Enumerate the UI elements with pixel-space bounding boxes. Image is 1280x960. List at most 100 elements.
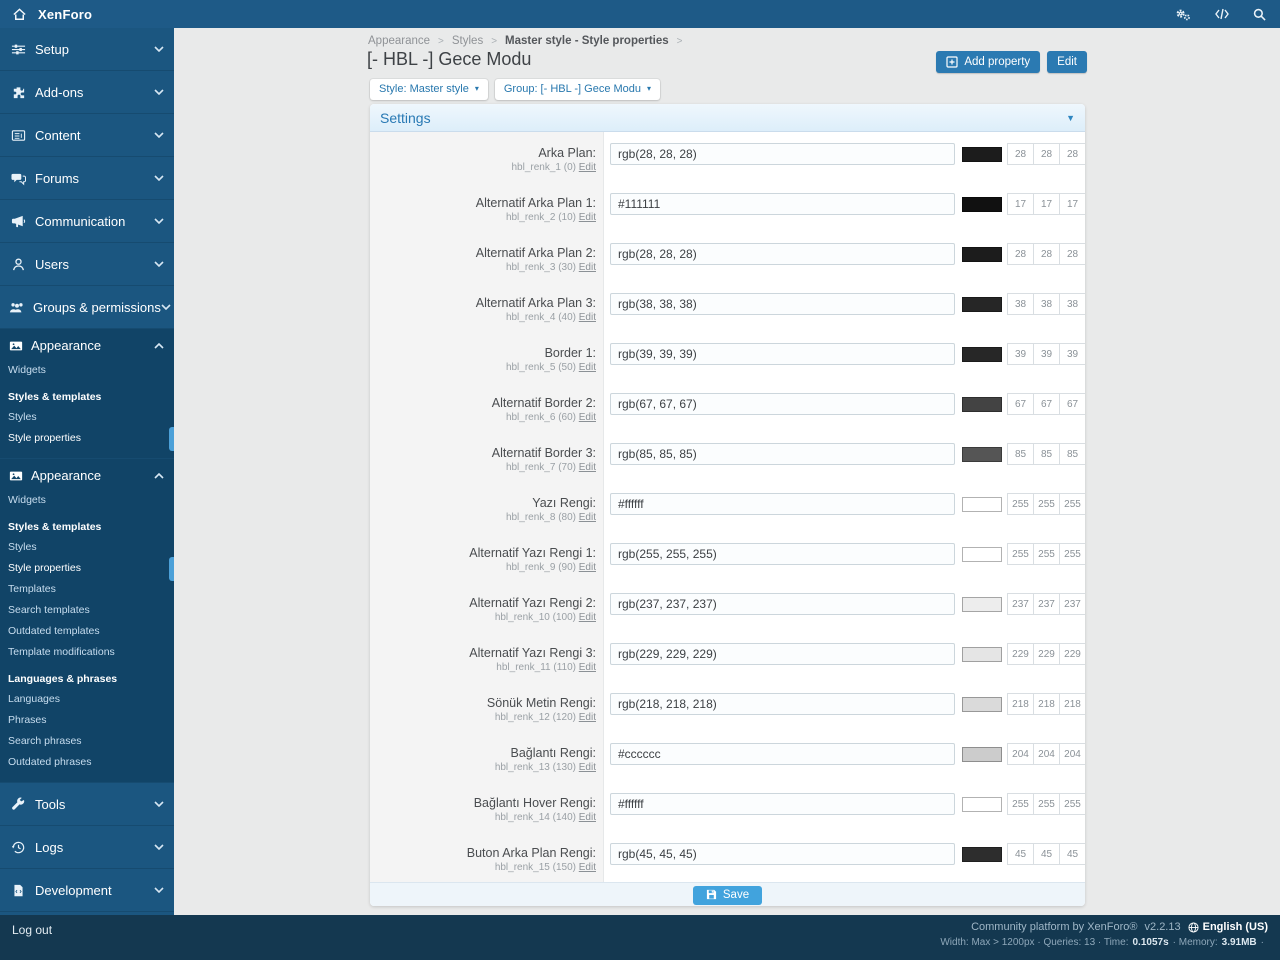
chevron-down-icon [154,218,164,224]
property-field-block: 282828 [610,243,1085,265]
style-filter-button[interactable]: Style: Master style ▾ [370,79,488,100]
rgb-value-cell: 85 [1059,443,1085,465]
color-value-input[interactable] [610,543,955,565]
sidebar-item-phrases[interactable]: Phrases [0,710,174,731]
edit-link[interactable]: Edit [579,312,596,323]
sidebar-item-setup[interactable]: Setup [0,28,174,71]
edit-link[interactable]: Edit [579,862,596,873]
edit-link[interactable]: Edit [579,812,596,823]
sidebar-item-add-ons[interactable]: Add-ons [0,71,174,114]
code-icon[interactable] [1214,8,1230,20]
sidebar-item-groups-permissions[interactable]: Groups & permissions [0,286,174,329]
search-icon[interactable] [1253,8,1266,21]
edit-link[interactable]: Edit [579,412,596,423]
language-button[interactable]: English (US) [1188,921,1268,933]
breadcrumb-item[interactable]: Styles [452,35,483,47]
color-value-input[interactable] [610,443,955,465]
color-value-input[interactable] [610,143,955,165]
color-swatch[interactable] [962,696,1002,712]
sidebar-item-development[interactable]: Development [0,869,174,912]
edit-button[interactable]: Edit [1047,51,1087,73]
color-swatch[interactable] [962,146,1002,162]
color-swatch[interactable] [962,646,1002,662]
edit-link[interactable]: Edit [579,562,596,573]
color-value-input[interactable] [610,643,955,665]
users-group-icon [9,301,25,314]
edit-link[interactable]: Edit [579,762,596,773]
sidebar-section-title: Appearance [31,338,102,353]
sidebar-item-styles[interactable]: Styles [0,407,174,428]
color-value-input[interactable] [610,593,955,615]
edit-link[interactable]: Edit [579,612,596,623]
sidebar-item-communication[interactable]: Communication [0,200,174,243]
color-value-input[interactable] [610,843,955,865]
color-value-input[interactable] [610,193,955,215]
color-swatch[interactable] [962,446,1002,462]
settings-panel: Settings ▼ Arka Plan: hbl_renk_1 (0) Edit… [370,104,1085,906]
color-swatch[interactable] [962,346,1002,362]
home-icon[interactable] [12,7,27,22]
sidebar-item-style-properties[interactable]: Style properties [0,556,174,581]
color-value-input[interactable] [610,793,955,815]
sidebar-item-widgets[interactable]: Widgets [0,360,174,381]
color-swatch[interactable] [962,246,1002,262]
color-swatch[interactable] [962,296,1002,312]
sidebar-item-template-modifications[interactable]: Template modifications [0,642,174,663]
color-swatch[interactable] [962,396,1002,412]
sidebar-section-header[interactable]: Appearance [0,459,174,490]
sidebar-item-styles[interactable]: Styles [0,537,174,558]
sidebar-item-templates[interactable]: Templates [0,579,174,600]
breadcrumb-item[interactable]: Appearance [368,35,430,47]
color-value-input[interactable] [610,343,955,365]
color-swatch[interactable] [962,596,1002,612]
sidebar-item-search-templates[interactable]: Search templates [0,600,174,621]
color-value-input[interactable] [610,243,955,265]
settings-section-header[interactable]: Settings ▼ [370,104,1085,132]
color-swatch[interactable] [962,196,1002,212]
sidebar-item-label: Tools [35,796,66,812]
color-swatch[interactable] [962,796,1002,812]
edit-link[interactable]: Edit [579,512,596,523]
sidebar-section-header[interactable]: Appearance [0,329,174,360]
group-filter-button[interactable]: Group: [- HBL -] Gece Modu ▾ [494,79,661,100]
property-id: hbl_renk_2 (10) [505,212,579,223]
sidebar-item-tools[interactable]: Tools [0,783,174,826]
add-property-button[interactable]: Add property [936,51,1041,73]
edit-link[interactable]: Edit [579,462,596,473]
edit-link[interactable]: Edit [579,362,596,373]
save-button[interactable]: Save [692,885,763,905]
gears-icon[interactable] [1174,8,1191,21]
breadcrumb-current[interactable]: Master style - Style properties [505,35,669,47]
color-value-input[interactable] [610,743,955,765]
color-swatch[interactable] [962,746,1002,762]
sidebar-item-content[interactable]: Content [0,114,174,157]
sidebar-item-style-properties[interactable]: Style properties [0,426,174,451]
edit-link[interactable]: Edit [579,162,596,173]
color-value-input[interactable] [610,693,955,715]
rgb-cells: 17 17 17 [1007,193,1085,215]
sidebar-item-widgets[interactable]: Widgets [0,490,174,511]
color-value-input[interactable] [610,393,955,415]
sidebar-item-outdated-phrases[interactable]: Outdated phrases [0,752,174,773]
color-swatch[interactable] [962,846,1002,862]
sidebar-item-forums[interactable]: Forums [0,157,174,200]
color-swatch[interactable] [962,496,1002,512]
rgb-value-cell: 85 [1033,443,1060,465]
sidebar-item-languages[interactable]: Languages [0,689,174,710]
logout-link[interactable]: Log out [12,923,52,937]
property-id: hbl_renk_5 (50) [505,362,579,373]
color-value-input[interactable] [610,293,955,315]
property-code: hbl_renk_8 (80) Edit [370,512,596,523]
sidebar-item-users[interactable]: Users [0,243,174,286]
edit-link[interactable]: Edit [579,662,596,673]
sidebar-item-outdated-templates[interactable]: Outdated templates [0,621,174,642]
color-value-input[interactable] [610,493,955,515]
color-swatch[interactable] [962,546,1002,562]
edit-link[interactable]: Edit [579,262,596,273]
property-id: hbl_renk_9 (90) [505,562,579,573]
edit-link[interactable]: Edit [579,212,596,223]
edit-link[interactable]: Edit [579,712,596,723]
collapse-chevron-icon[interactable]: ▼ [1066,113,1075,123]
sidebar-item-logs[interactable]: Logs [0,826,174,869]
sidebar-item-search-phrases[interactable]: Search phrases [0,731,174,752]
